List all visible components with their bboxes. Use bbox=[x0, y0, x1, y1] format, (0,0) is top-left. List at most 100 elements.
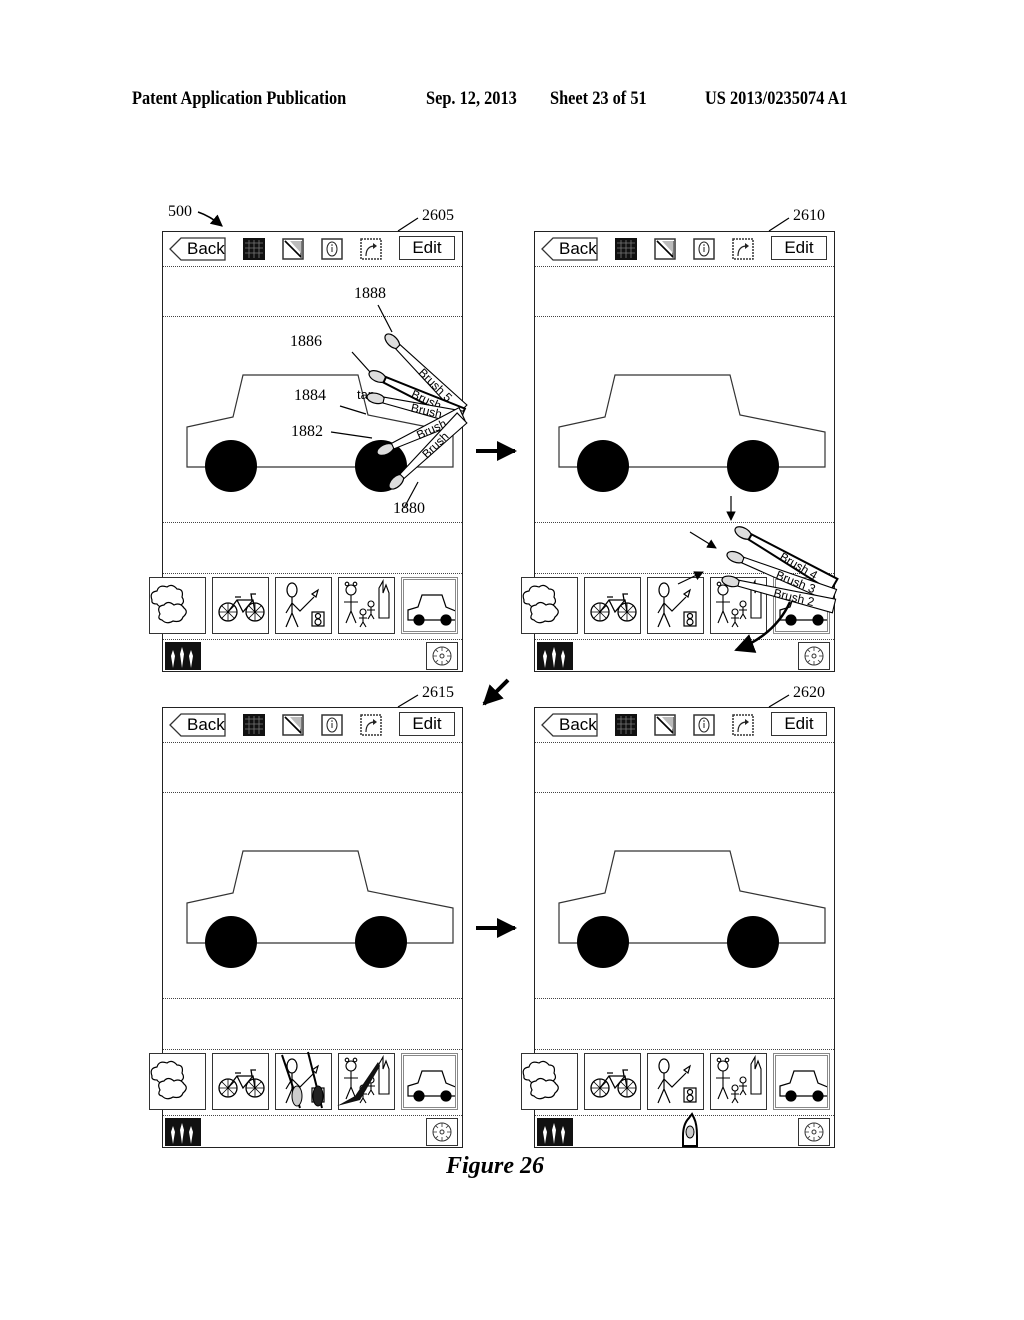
thumbnail-clouds[interactable] bbox=[521, 577, 578, 634]
edit-button[interactable]: Edit bbox=[771, 712, 827, 736]
back-button[interactable]: Back bbox=[169, 237, 226, 261]
panel-2610: Back Edit bbox=[521, 231, 835, 672]
thumbnail-bicycle[interactable] bbox=[584, 577, 641, 634]
brush-ref-1882: 1882 bbox=[291, 423, 323, 440]
car-wheel-rear bbox=[355, 440, 407, 492]
image-thumbnail-row bbox=[149, 1049, 462, 1116]
thumbnail-stick-figure-with-flower[interactable] bbox=[275, 1053, 332, 1110]
car-icon bbox=[407, 1070, 455, 1102]
car-wheel-front bbox=[205, 440, 257, 492]
annotation-overlay: Brush 5 Brush Brush Brush Brush Brush 4 … bbox=[197, 211, 839, 1147]
panel-2615: Back Edit bbox=[149, 707, 463, 1148]
thumbnail-bicycle[interactable] bbox=[584, 1053, 641, 1110]
drawing-canvas[interactable] bbox=[535, 317, 834, 523]
car-wheel-front bbox=[577, 916, 629, 968]
back-button-label: Back bbox=[187, 239, 225, 258]
car-drawing bbox=[558, 374, 826, 492]
thumbnail-car[interactable] bbox=[401, 577, 458, 634]
edit-button[interactable]: Edit bbox=[399, 712, 455, 736]
brushes-button[interactable] bbox=[165, 642, 201, 670]
thumbnail-family-with-building[interactable] bbox=[710, 1053, 767, 1110]
caption-strip bbox=[535, 523, 834, 573]
back-button[interactable]: Back bbox=[169, 713, 226, 737]
thumbnail-stick-figure-with-flower[interactable] bbox=[647, 577, 704, 634]
info-icon[interactable] bbox=[321, 238, 343, 260]
bicycle-icon bbox=[218, 593, 265, 622]
thumbnail-car[interactable] bbox=[773, 577, 830, 634]
thumbnail-family-with-building[interactable] bbox=[338, 577, 395, 634]
fill-triangle-icon[interactable] bbox=[282, 238, 304, 260]
figure-title: Figure 26 bbox=[446, 1153, 545, 1179]
info-icon[interactable] bbox=[321, 714, 343, 736]
settings-wheel-icon bbox=[804, 646, 824, 666]
car-icon bbox=[407, 594, 455, 626]
thumbnail-car[interactable] bbox=[401, 1053, 458, 1110]
brushes-button[interactable] bbox=[537, 1118, 573, 1146]
edit-button[interactable]: Edit bbox=[399, 236, 455, 260]
redo-arrow-icon[interactable] bbox=[732, 238, 754, 260]
car-wheel-rear bbox=[727, 916, 779, 968]
image-thumbnail-row bbox=[149, 573, 462, 640]
leader-2605 bbox=[397, 217, 419, 232]
grid-pattern-icon[interactable] bbox=[243, 238, 265, 260]
settings-button[interactable] bbox=[798, 1118, 830, 1146]
bottom-toolbar bbox=[535, 1115, 834, 1148]
redo-arrow-icon[interactable] bbox=[360, 714, 382, 736]
top-toolbar: Back Edit bbox=[163, 708, 462, 743]
grid-pattern-icon[interactable] bbox=[243, 714, 265, 736]
thumbnail-car[interactable] bbox=[773, 1053, 830, 1110]
thumbnail-family-with-building[interactable] bbox=[710, 577, 767, 634]
brushes-button[interactable] bbox=[537, 642, 573, 670]
fill-triangle-icon[interactable] bbox=[654, 714, 676, 736]
settings-wheel-icon bbox=[804, 1122, 824, 1142]
redo-arrow-icon[interactable] bbox=[360, 238, 382, 260]
stick-figure-with-flower-icon bbox=[285, 1058, 325, 1104]
thumbnail-clouds[interactable] bbox=[149, 1053, 206, 1110]
thumbnail-family-with-building[interactable] bbox=[338, 1053, 395, 1110]
info-icon[interactable] bbox=[693, 238, 715, 260]
thumbnail-clouds[interactable] bbox=[521, 1053, 578, 1110]
redo-arrow-icon[interactable] bbox=[732, 714, 754, 736]
fill-triangle-icon[interactable] bbox=[282, 714, 304, 736]
thumbnail-clouds[interactable] bbox=[149, 577, 206, 634]
title-strip bbox=[163, 266, 462, 317]
drawing-canvas[interactable] bbox=[535, 793, 834, 999]
panel-2605: Back Edit bbox=[149, 231, 463, 672]
drawing-canvas[interactable] bbox=[163, 793, 462, 999]
caption-strip bbox=[163, 523, 462, 573]
brushes-icon bbox=[543, 1123, 565, 1144]
thumbnail-stick-figure-with-flower[interactable] bbox=[647, 1053, 704, 1110]
settings-wheel-icon bbox=[432, 1122, 452, 1142]
stick-figure-with-flower-icon bbox=[285, 582, 325, 628]
back-button[interactable]: Back bbox=[541, 713, 598, 737]
back-button-label: Back bbox=[559, 715, 597, 734]
clouds-icon bbox=[522, 584, 559, 624]
family-with-building-icon bbox=[344, 1054, 390, 1104]
edit-button[interactable]: Edit bbox=[771, 236, 827, 260]
brushes-button[interactable] bbox=[165, 1118, 201, 1146]
bottom-toolbar bbox=[163, 639, 462, 672]
fill-triangle-icon[interactable] bbox=[654, 238, 676, 260]
header-sheet: Sheet 23 of 51 bbox=[550, 88, 647, 109]
settings-wheel-icon bbox=[432, 646, 452, 666]
grid-pattern-icon[interactable] bbox=[615, 238, 637, 260]
stick-figure-with-flower-icon bbox=[657, 1058, 697, 1104]
title-strip bbox=[535, 742, 834, 793]
clouds-icon bbox=[150, 1060, 187, 1100]
back-button[interactable]: Back bbox=[541, 237, 598, 261]
top-toolbar: Back Edit bbox=[163, 232, 462, 267]
settings-button[interactable] bbox=[426, 642, 458, 670]
bicycle-icon bbox=[590, 593, 637, 622]
settings-button[interactable] bbox=[798, 642, 830, 670]
car-wheel-rear bbox=[727, 440, 779, 492]
panel-ref-2620: 2620 bbox=[793, 684, 825, 701]
brush-ref-1888: 1888 bbox=[354, 285, 386, 302]
info-icon[interactable] bbox=[693, 714, 715, 736]
leader-2620 bbox=[768, 694, 790, 708]
thumbnail-stick-figure-with-flower[interactable] bbox=[275, 577, 332, 634]
leader-2610 bbox=[768, 217, 790, 232]
thumbnail-bicycle[interactable] bbox=[212, 1053, 269, 1110]
grid-pattern-icon[interactable] bbox=[615, 714, 637, 736]
settings-button[interactable] bbox=[426, 1118, 458, 1146]
thumbnail-bicycle[interactable] bbox=[212, 577, 269, 634]
